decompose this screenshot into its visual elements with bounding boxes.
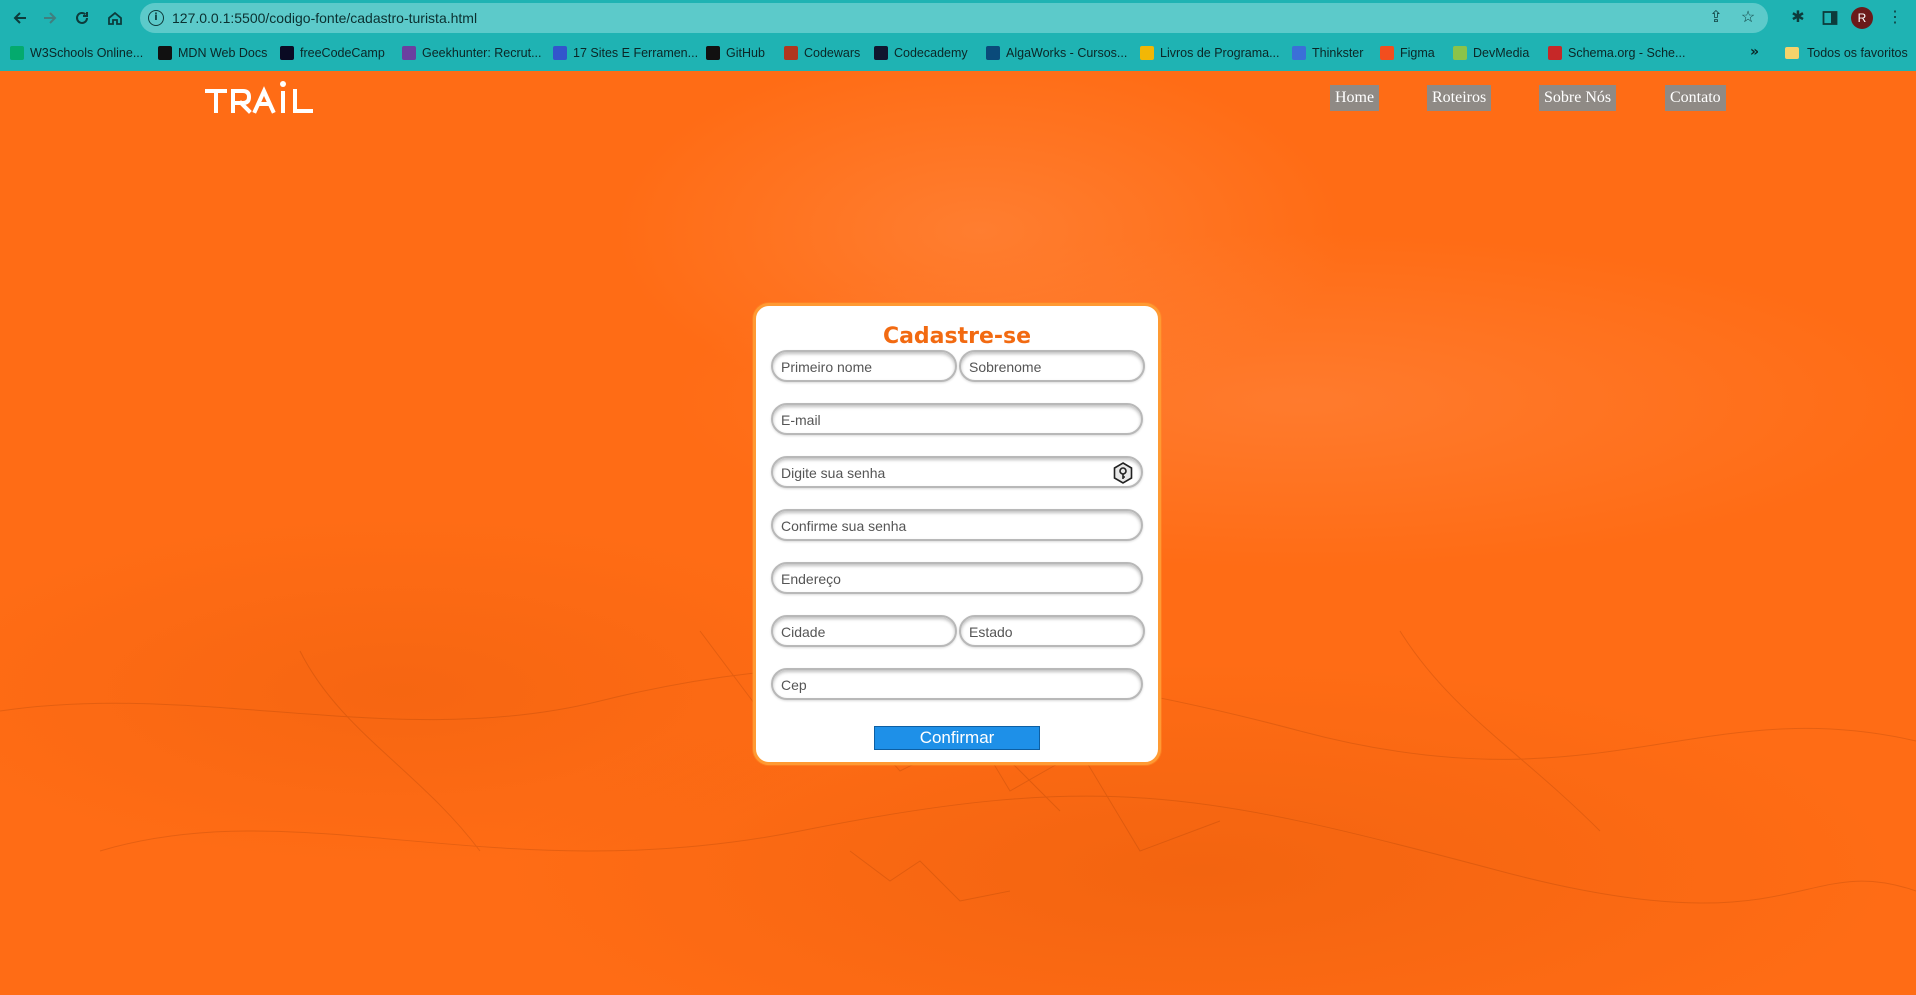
bookmark-item[interactable]: MDN Web Docs bbox=[158, 44, 267, 62]
back-icon[interactable] bbox=[8, 6, 32, 30]
home-icon[interactable] bbox=[103, 6, 127, 30]
bookmark-label: MDN Web Docs bbox=[178, 46, 268, 60]
bookmark-label: Codecademy bbox=[894, 46, 968, 60]
show-password-icon[interactable] bbox=[1111, 461, 1135, 485]
email-placeholder: E-mail bbox=[781, 412, 821, 428]
codecademy-icon bbox=[874, 46, 888, 60]
menu-icon[interactable]: ⋮ bbox=[1883, 6, 1907, 30]
bookmark-label: 17 Sites E Ferramen... bbox=[573, 46, 699, 60]
state-field[interactable]: Estado bbox=[959, 615, 1145, 647]
first-name-placeholder: Primeiro nome bbox=[781, 359, 873, 375]
confirm-password-field[interactable]: Confirme sua senha bbox=[771, 509, 1143, 541]
w3schools-icon bbox=[10, 46, 24, 60]
form-title: Cadastre-se bbox=[882, 324, 1032, 349]
all-favorites-folder[interactable]: Todos os favoritos bbox=[1785, 44, 1908, 62]
bookmark-label: Geekhunter: Recrut... bbox=[422, 46, 542, 60]
folder-icon bbox=[1785, 47, 1799, 59]
bookmark-item[interactable]: Figma bbox=[1380, 44, 1435, 62]
browser-chrome: i 127.0.0.1:5500/codigo-fonte/cadastro-t… bbox=[0, 0, 1916, 71]
figma-icon bbox=[1380, 46, 1394, 60]
trail-logo[interactable] bbox=[205, 79, 315, 115]
devmedia-icon bbox=[1453, 46, 1467, 60]
shield-icon bbox=[553, 46, 567, 60]
bookmark-item[interactable]: AlgaWorks - Cursos... bbox=[986, 44, 1127, 62]
address-field[interactable]: Endereço bbox=[771, 562, 1143, 594]
bookmark-label: GitHub bbox=[726, 46, 765, 60]
password-placeholder: Digite sua senha bbox=[781, 465, 886, 481]
browser-toolbar: i 127.0.0.1:5500/codigo-fonte/cadastro-t… bbox=[0, 0, 1916, 36]
nav-roteiros[interactable]: Roteiros bbox=[1427, 85, 1492, 111]
bookmark-item[interactable]: DevMedia bbox=[1453, 44, 1529, 62]
bookmark-star-icon[interactable]: ☆ bbox=[1738, 8, 1758, 28]
schema-icon bbox=[1548, 46, 1562, 60]
bookmark-label: Schema.org - Sche... bbox=[1568, 46, 1686, 60]
book-icon bbox=[1140, 46, 1154, 60]
bookmark-label: Livros de Programa... bbox=[1160, 46, 1280, 60]
thinkster-icon bbox=[1292, 46, 1306, 60]
bookmark-item[interactable]: Thinkster bbox=[1292, 44, 1363, 62]
profile-avatar[interactable]: R bbox=[1851, 7, 1873, 29]
first-name-field[interactable]: Primeiro nome bbox=[771, 350, 957, 382]
zip-placeholder: Cep bbox=[781, 677, 807, 693]
mdn-icon bbox=[158, 46, 172, 60]
side-panel-icon[interactable] bbox=[1818, 6, 1842, 30]
zip-field[interactable]: Cep bbox=[771, 668, 1143, 700]
bookmark-label: AlgaWorks - Cursos... bbox=[1006, 46, 1128, 60]
bookmark-label: Figma bbox=[1400, 46, 1435, 60]
last-name-placeholder: Sobrenome bbox=[969, 359, 1042, 375]
city-field[interactable]: Cidade bbox=[771, 615, 957, 647]
password-field[interactable]: Digite sua senha bbox=[771, 456, 1143, 488]
all-favorites-label: Todos os favoritos bbox=[1807, 46, 1908, 60]
bookmark-item[interactable]: Codewars bbox=[784, 44, 860, 62]
bookmark-label: DevMedia bbox=[1473, 46, 1530, 60]
bookmark-item[interactable]: Schema.org - Sche... bbox=[1548, 44, 1685, 62]
signup-form: Cadastre-se Primeiro nome Sobrenome E-ma… bbox=[753, 303, 1161, 765]
share-icon[interactable]: ⇪ bbox=[1706, 8, 1726, 28]
page-background: Home Roteiros Sobre Nós Contato Cadastre… bbox=[0, 71, 1916, 995]
bookmark-label: Thinkster bbox=[1312, 46, 1364, 60]
bookmarks-bar: W3Schools Online... MDN Web Docs freeCodeC… bbox=[0, 40, 1916, 66]
bookmark-item[interactable]: 17 Sites E Ferramen... bbox=[553, 44, 698, 62]
bookmark-label: W3Schools Online... bbox=[30, 46, 144, 60]
nav-home[interactable]: Home bbox=[1330, 85, 1380, 111]
email-field[interactable]: E-mail bbox=[771, 403, 1143, 435]
bookmark-item[interactable]: freeCodeCamp bbox=[280, 44, 385, 62]
codewars-icon bbox=[784, 46, 798, 60]
address-placeholder: Endereço bbox=[781, 571, 841, 587]
city-placeholder: Cidade bbox=[781, 624, 826, 640]
nav-contato[interactable]: Contato bbox=[1665, 85, 1726, 111]
geekhunter-icon bbox=[402, 46, 416, 60]
last-name-field[interactable]: Sobrenome bbox=[959, 350, 1145, 382]
freecodecamp-icon bbox=[280, 46, 294, 60]
github-icon bbox=[706, 46, 720, 60]
bookmark-item[interactable]: Codecademy bbox=[874, 44, 968, 62]
reload-icon[interactable] bbox=[70, 6, 94, 30]
bookmark-item[interactable]: Livros de Programa... bbox=[1140, 44, 1280, 62]
forward-icon[interactable] bbox=[38, 6, 62, 30]
bookmark-item[interactable]: Geekhunter: Recrut... bbox=[402, 44, 542, 62]
bookmark-label: Codewars bbox=[804, 46, 861, 60]
confirm-password-placeholder: Confirme sua senha bbox=[781, 518, 907, 534]
url-text[interactable]: 127.0.0.1:5500/codigo-fonte/cadastro-tur… bbox=[172, 11, 477, 25]
bookmark-item[interactable]: W3Schools Online... bbox=[10, 44, 143, 62]
more-bookmarks-icon[interactable]: » bbox=[1750, 43, 1759, 61]
address-bar[interactable]: i 127.0.0.1:5500/codigo-fonte/cadastro-t… bbox=[140, 3, 1768, 33]
extensions-icon[interactable]: ✱ bbox=[1786, 6, 1810, 30]
algaworks-icon bbox=[986, 46, 1000, 60]
bookmark-item[interactable]: GitHub bbox=[706, 44, 765, 62]
state-placeholder: Estado bbox=[969, 624, 1013, 640]
confirm-button[interactable]: Confirmar bbox=[874, 726, 1040, 750]
bookmark-label: freeCodeCamp bbox=[300, 46, 385, 60]
site-info-icon[interactable]: i bbox=[148, 10, 164, 26]
nav-sobre-nos[interactable]: Sobre Nós bbox=[1539, 85, 1617, 111]
